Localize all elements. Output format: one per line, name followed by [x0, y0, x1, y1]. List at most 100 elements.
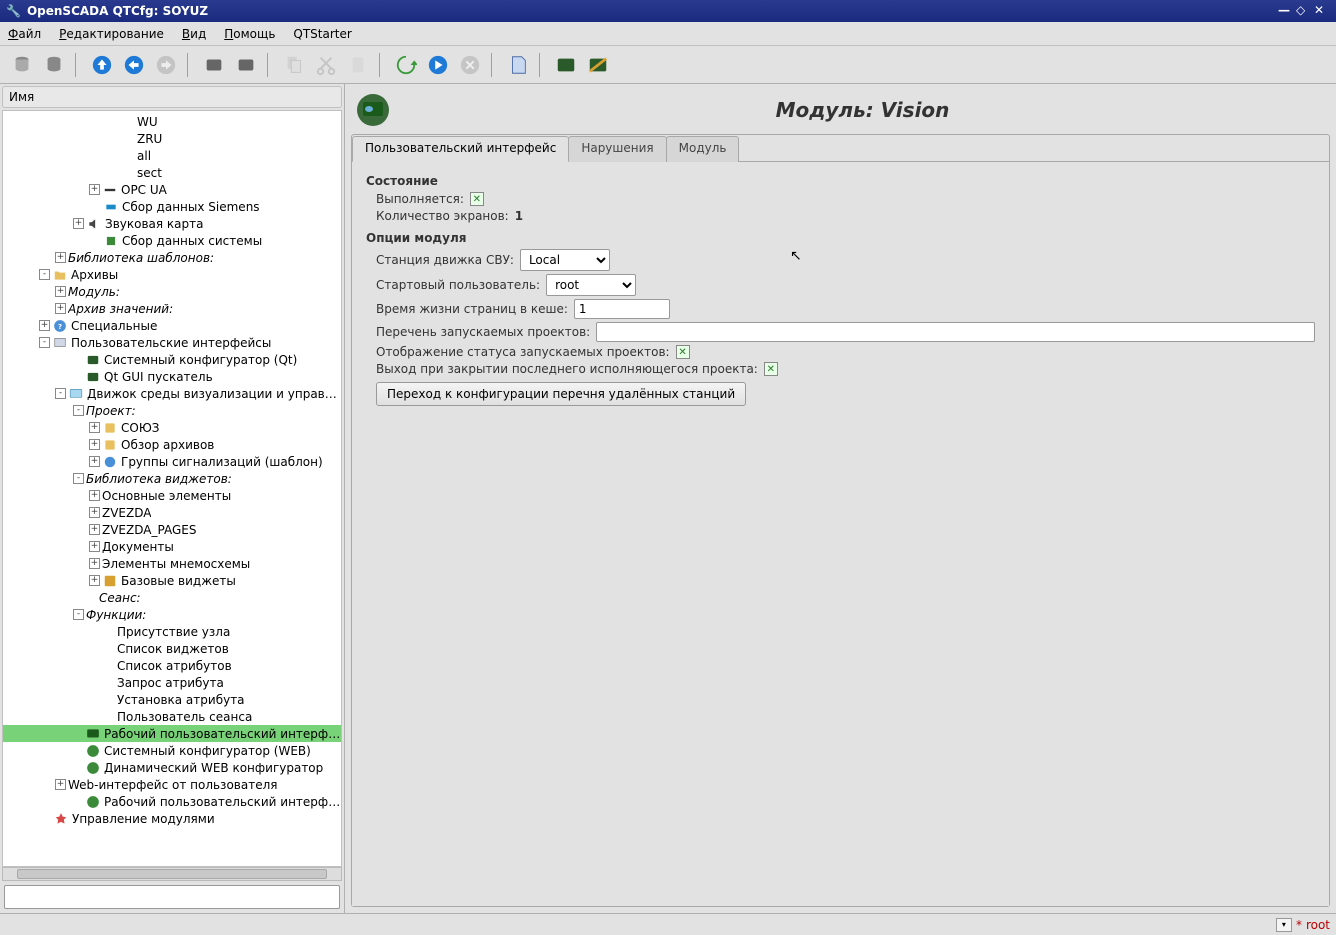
tree-item[interactable]: Сеанс: — [3, 589, 341, 606]
tree-expander[interactable]: + — [89, 507, 100, 518]
cut-icon[interactable] — [312, 51, 340, 79]
tree-item[interactable]: +?Специальные — [3, 317, 341, 334]
maximize-button[interactable]: ◇ — [1296, 3, 1312, 19]
item-del-icon[interactable] — [232, 51, 260, 79]
tree-expander[interactable]: + — [89, 575, 100, 586]
menu-file[interactable]: Файл — [8, 27, 41, 41]
run-icon[interactable] — [424, 51, 452, 79]
tree-item[interactable]: Qt GUI пускатель — [3, 368, 341, 385]
tree-item[interactable]: Сбор данных системы — [3, 232, 341, 249]
tree-item[interactable]: +OPC UA — [3, 181, 341, 198]
menu-view[interactable]: Вид — [182, 27, 206, 41]
tree-expander[interactable]: + — [89, 490, 100, 501]
tree-item[interactable]: -Движок среды визуализации и управления — [3, 385, 341, 402]
tree-item[interactable]: Установка атрибута — [3, 691, 341, 708]
tree-expander[interactable]: - — [73, 609, 84, 620]
exit-checkbox[interactable]: ✕ — [764, 362, 778, 376]
tree-item[interactable]: +Библиотека шаблонов: — [3, 249, 341, 266]
tree-item[interactable]: +СОЮЗ — [3, 419, 341, 436]
tab-module[interactable]: Модуль — [666, 136, 740, 162]
tree-item[interactable]: all — [3, 147, 341, 164]
tree-expander[interactable]: + — [89, 541, 100, 552]
status-combo[interactable]: ▾ — [1276, 918, 1292, 932]
tree-expander[interactable]: - — [73, 473, 84, 484]
tree-item[interactable]: +Обзор архивов — [3, 436, 341, 453]
tree-expander[interactable]: - — [73, 405, 84, 416]
tab-violations[interactable]: Нарушения — [568, 136, 666, 162]
tree-item[interactable]: -Проект: — [3, 402, 341, 419]
tree-hscrollbar[interactable] — [2, 867, 342, 881]
stop-icon[interactable] — [456, 51, 484, 79]
remote-stations-button[interactable]: Переход к конфигурации перечня удалённых… — [376, 382, 746, 406]
tree-item[interactable]: -Пользовательские интерфейсы — [3, 334, 341, 351]
projects-input[interactable] — [596, 322, 1315, 342]
paste-icon[interactable] — [344, 51, 372, 79]
cache-input[interactable] — [574, 299, 670, 319]
menu-edit[interactable]: Редактирование — [59, 27, 164, 41]
tree-item[interactable]: Рабочий пользовательский интерфейс — [3, 725, 341, 742]
tree-item[interactable]: -Архивы — [3, 266, 341, 283]
tree-expander[interactable]: + — [39, 320, 50, 331]
tree-item[interactable]: +Основные элементы — [3, 487, 341, 504]
tree-item[interactable]: +Web-интерфейс от пользователя — [3, 776, 341, 793]
tree-item[interactable]: Присутствие узла — [3, 623, 341, 640]
tree-item[interactable]: sect — [3, 164, 341, 181]
db-save-icon[interactable] — [40, 51, 68, 79]
status-user[interactable]: root — [1306, 918, 1330, 932]
nav-back-icon[interactable] — [120, 51, 148, 79]
tree-item[interactable]: Список виджетов — [3, 640, 341, 657]
tree-item[interactable]: +Документы — [3, 538, 341, 555]
tree-item[interactable]: -Библиотека виджетов: — [3, 470, 341, 487]
tree-expander[interactable]: + — [89, 524, 100, 535]
tree-item[interactable]: +Звуковая карта — [3, 215, 341, 232]
menu-help[interactable]: Помощь — [224, 27, 275, 41]
tree-expander[interactable]: + — [89, 184, 100, 195]
tree-item[interactable]: Системный конфигуратор (Qt) — [3, 351, 341, 368]
tree-item[interactable]: +Группы сигнализаций (шаблон) — [3, 453, 341, 470]
tree-expander[interactable]: + — [89, 456, 100, 467]
tree-item[interactable]: Рабочий пользовательский интерфейс — [3, 793, 341, 810]
tree-expander[interactable]: + — [89, 422, 100, 433]
tree-expander[interactable]: + — [89, 558, 100, 569]
minimize-button[interactable]: — — [1278, 3, 1294, 19]
tree-item[interactable]: +Модуль: — [3, 283, 341, 300]
tree-expander[interactable]: + — [55, 779, 66, 790]
close-button[interactable]: ✕ — [1314, 3, 1330, 19]
status-display-checkbox[interactable]: ✕ — [676, 345, 690, 359]
vision-icon[interactable] — [584, 51, 612, 79]
tree-item[interactable]: -Функции: — [3, 606, 341, 623]
tree-item[interactable]: Системный конфигуратор (WEB) — [3, 742, 341, 759]
tree-item[interactable]: Управление модулями — [3, 810, 341, 827]
db-load-icon[interactable] — [8, 51, 36, 79]
qtcfg-icon[interactable] — [552, 51, 580, 79]
tree-expander[interactable]: + — [89, 439, 100, 450]
tree-item[interactable]: ZRU — [3, 130, 341, 147]
tree-expander[interactable]: + — [55, 303, 66, 314]
tree-item[interactable]: Пользователь сеанса — [3, 708, 341, 725]
tree-expander[interactable]: + — [55, 252, 66, 263]
startuser-select[interactable]: root — [546, 274, 636, 296]
tree-item[interactable]: Запрос атрибута — [3, 674, 341, 691]
tree-item[interactable]: Список атрибутов — [3, 657, 341, 674]
help-icon[interactable] — [504, 51, 532, 79]
tree-expander[interactable]: - — [55, 388, 66, 399]
tree-expander[interactable]: - — [39, 337, 50, 348]
tree-item[interactable]: +ZVEZDA_PAGES — [3, 521, 341, 538]
tree-item[interactable]: +Архив значений: — [3, 300, 341, 317]
tree-search-input[interactable] — [4, 885, 340, 909]
menu-qtstarter[interactable]: QTStarter — [293, 27, 351, 41]
tree-item[interactable]: WU — [3, 113, 341, 130]
tree-item[interactable]: Сбор данных Siemens — [3, 198, 341, 215]
tree-item[interactable]: +Базовые виджеты — [3, 572, 341, 589]
tree-item[interactable]: +ZVEZDA — [3, 504, 341, 521]
station-select[interactable]: Local — [520, 249, 610, 271]
copy-icon[interactable] — [280, 51, 308, 79]
item-add-icon[interactable] — [200, 51, 228, 79]
tab-user-interface[interactable]: Пользовательский интерфейс — [352, 136, 569, 162]
running-checkbox[interactable]: ✕ — [470, 192, 484, 206]
nav-forward-icon[interactable] — [152, 51, 180, 79]
tree-expander[interactable]: + — [73, 218, 84, 229]
nav-up-icon[interactable] — [88, 51, 116, 79]
tree[interactable]: WUZRUallsect+OPC UAСбор данных Siemens+З… — [2, 110, 342, 867]
refresh-icon[interactable] — [392, 51, 420, 79]
